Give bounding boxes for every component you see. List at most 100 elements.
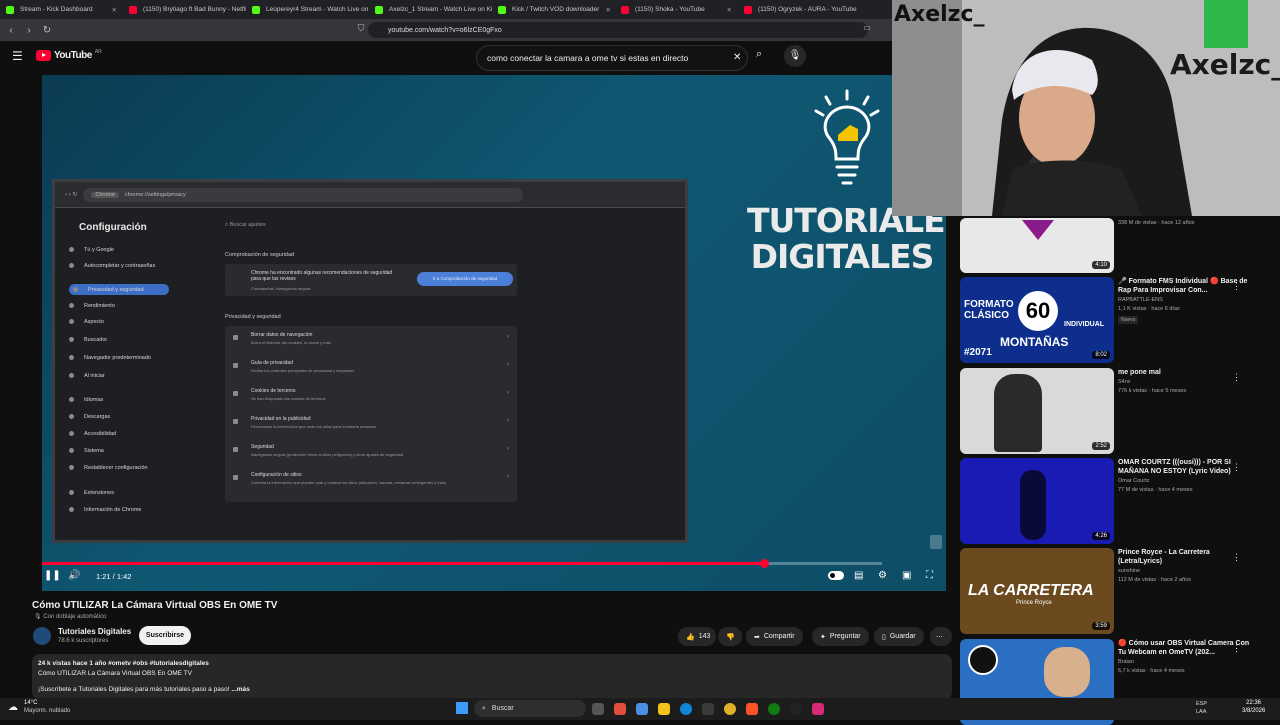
- more-options-icon[interactable]: ⋮: [1232, 281, 1241, 292]
- bookmark-save-icon: ▯: [882, 633, 886, 641]
- taskbar-search[interactable]: ⌕ Buscar: [474, 700, 586, 717]
- related-video-card[interactable]: 8:02 FORMATO CLÁSICO 60 INDIVIDUAL MONTAÑAS #…: [960, 277, 1280, 363]
- channel-name[interactable]: Tutoriales Digitales: [58, 627, 131, 636]
- store-icon[interactable]: [702, 703, 714, 715]
- browser-tab[interactable]: (1150) Shoka - YouTube ✕: [615, 0, 738, 19]
- frame-sidebar-item: Privacidad y seguridad: [69, 284, 169, 295]
- browser-tab[interactable]: Stream - Kick Dashboard ✕: [0, 0, 123, 19]
- related-video-title: 🎤 Formato FMS Individual 🔴 Base de Rap P…: [1118, 278, 1248, 294]
- app-icon-3[interactable]: [790, 703, 802, 715]
- tab-favicon-icon: [498, 5, 506, 14]
- tab-close-icon[interactable]: ✕: [112, 6, 117, 14]
- like-button[interactable]: 👍 143: [678, 627, 716, 646]
- subtitles-icon[interactable]: ▤: [854, 570, 863, 581]
- tab-favicon-icon: [252, 5, 260, 14]
- frame-row-sub: Controla la información que pueden usar …: [251, 480, 447, 485]
- voice-search-icon[interactable]: 🎙: [784, 45, 806, 67]
- menu-icon[interactable]: ☰: [12, 49, 23, 63]
- frame-row-icon: [233, 335, 238, 340]
- frame-row-sub: Borra el historial, las cookies, la cach…: [251, 340, 331, 345]
- frame-safety-box: Chrome ha encontrado algunas recomendaci…: [225, 264, 517, 296]
- clear-search-icon[interactable]: ✕: [733, 52, 741, 63]
- video-player[interactable]: ‹ › ↻ Chrome chrome://settings/privacy Co…: [42, 75, 946, 591]
- related-video-card[interactable]: 4:10 338 M de vistas · hace 12 años: [960, 218, 1280, 273]
- description-title: Cómo UTILIZAR La Cámara Virtual OBS En O…: [38, 670, 193, 677]
- windows-start-icon[interactable]: [456, 702, 468, 714]
- autoplay-toggle[interactable]: [828, 571, 844, 580]
- related-video-thumbnail[interactable]: 8:02 FORMATO CLÁSICO 60 INDIVIDUAL MONTAÑAS #…: [960, 277, 1114, 363]
- tab-close-icon[interactable]: ✕: [727, 6, 732, 14]
- progress-bar[interactable]: [42, 559, 882, 568]
- subscribe-button[interactable]: Suscribirse: [139, 626, 191, 645]
- related-video-thumbnail[interactable]: 4:26: [960, 458, 1114, 544]
- search-input[interactable]: como conectar la camara a ome tv si esta…: [476, 45, 748, 71]
- forward-icon[interactable]: ›: [22, 25, 36, 36]
- browser-tab[interactable]: Leopereyr4 Stream - Watch Live on Kick✕: [246, 0, 369, 19]
- ask-button[interactable]: ✦ Preguntar: [812, 627, 869, 646]
- more-options-icon[interactable]: ⋮: [1232, 552, 1241, 563]
- browser-tab[interactable]: (1150) Brytiago ft Bad Bunny - Netfli✕: [123, 0, 246, 19]
- channel-avatar[interactable]: [33, 627, 51, 645]
- frame-row-icon: [233, 419, 238, 424]
- browser-tab[interactable]: (1150) Ogryzek - AURA - YouTube✕: [738, 0, 861, 19]
- video-duration: 2:52: [1092, 442, 1110, 450]
- address-bar[interactable]: youtube.com/watch?v=o6lzCE0gFxo: [368, 22, 868, 38]
- miniplayer-icon[interactable]: ▣: [902, 570, 911, 581]
- url-text: youtube.com/watch?v=o6lzCE0gFxo: [388, 26, 502, 34]
- related-video-channel: RAPBATTLE-ENS: [1118, 297, 1163, 303]
- frame-row-icon: [233, 475, 238, 480]
- back-icon[interactable]: ‹: [4, 25, 18, 36]
- frame-sidebar-label: Rendimiento: [84, 302, 115, 309]
- instagram-icon[interactable]: [812, 703, 824, 715]
- country-code: AR: [94, 48, 102, 55]
- description-box[interactable]: 24 k vistas hace 1 año #ometv #obs #tuto…: [32, 654, 952, 700]
- frame-sidebar-icon: [69, 448, 74, 453]
- keyboard-language[interactable]: ESP LAA: [1196, 700, 1207, 716]
- pause-icon[interactable]: ❚❚: [44, 570, 61, 581]
- related-video-title: OMAR COURTZ (((ousi))) - POR SI MAÑANA N…: [1118, 459, 1231, 475]
- share-button[interactable]: ➦ Compartir: [746, 627, 803, 646]
- settings-icon[interactable]: ⚙: [878, 570, 887, 581]
- related-video-thumbnail[interactable]: 4:10: [960, 218, 1114, 273]
- frame-sidebar-item: Extensiones: [69, 487, 169, 498]
- reload-icon[interactable]: ↻: [40, 25, 54, 36]
- cast-icon[interactable]: ▭: [860, 23, 874, 32]
- chrome-icon[interactable]: [724, 703, 736, 715]
- file-explorer-icon[interactable]: [658, 703, 670, 715]
- tab-favicon-icon: [129, 5, 137, 14]
- app-icon-1[interactable]: [614, 703, 626, 715]
- app-icon-2[interactable]: [636, 703, 648, 715]
- youtube-header: ☰ YouTube AR como conectar la camara a o…: [0, 41, 892, 75]
- subscriber-count: 78.6 k suscriptores: [58, 638, 109, 644]
- related-video-card[interactable]: 4:26 OMAR COURTZ (((ousi))) - POR SI MAÑA…: [960, 458, 1280, 544]
- more-options-icon[interactable]: ⋮: [1232, 462, 1241, 473]
- volume-icon[interactable]: 🔊: [68, 570, 80, 581]
- video-title: Cómo UTILIZAR La Cámara Virtual OBS En O…: [32, 600, 278, 611]
- search-icon[interactable]: ⌕: [756, 48, 762, 61]
- related-video-card[interactable]: 3:59 LA CARRETERA Prince Royce Prince Royce…: [960, 548, 1280, 634]
- browser-tab[interactable]: Axelzc_1 Stream - Watch Live on Kick✕: [369, 0, 492, 19]
- fullscreen-icon[interactable]: ⛶: [926, 570, 933, 581]
- browser-tab[interactable]: Kick / Twitch VOD downloader ✕: [492, 0, 615, 19]
- bookmark-icon[interactable]: ⛉: [354, 23, 368, 34]
- related-video-title: Prince Royce - La Carretera (Letra/Lyric…: [1118, 549, 1210, 565]
- related-video-card[interactable]: 2:52 me pone mal S4nx 776 k vistas · hace 5…: [960, 368, 1280, 454]
- xbox-icon[interactable]: [768, 703, 780, 715]
- more-options-icon[interactable]: ⋮: [1232, 372, 1241, 383]
- more-actions-button[interactable]: ⋯: [930, 627, 952, 646]
- dislike-button[interactable]: 👎: [718, 627, 742, 646]
- save-button[interactable]: ▯ Guardar: [874, 627, 924, 646]
- edge-icon[interactable]: [680, 703, 692, 715]
- youtube-logo[interactable]: YouTube AR: [36, 48, 102, 61]
- related-video-thumbnail[interactable]: 2:52: [960, 368, 1114, 454]
- related-video-thumbnail[interactable]: 3:59 LA CARRETERA Prince Royce: [960, 548, 1114, 634]
- brave-icon[interactable]: [746, 703, 758, 715]
- clock-time[interactable]: 22:36: [1246, 700, 1261, 706]
- clock-date[interactable]: 3/8/2026: [1242, 708, 1265, 714]
- taskview-icon[interactable]: [592, 703, 604, 715]
- more-options-icon[interactable]: ⋮: [1232, 643, 1241, 654]
- tab-close-icon[interactable]: ✕: [605, 6, 610, 14]
- show-more-link[interactable]: ...más: [231, 686, 249, 693]
- thumb-text-carretera: LA CARRETERA: [968, 582, 1094, 599]
- browser-tab-bar: Stream - Kick Dashboard ✕ (1150) Brytiago …: [0, 0, 892, 19]
